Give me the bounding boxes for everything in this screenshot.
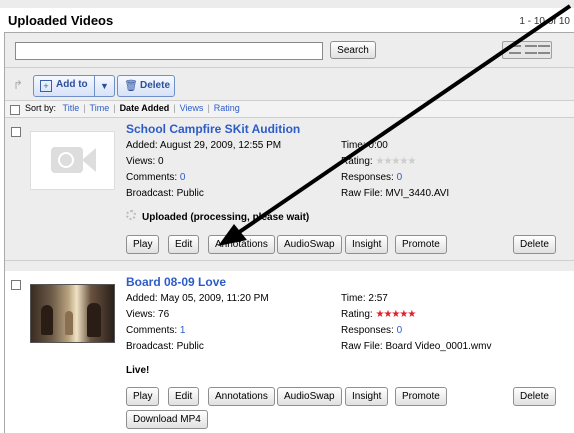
edit-button[interactable]: Edit: [168, 387, 200, 406]
audioswap-button[interactable]: AudioSwap: [277, 235, 342, 254]
video-time: Time: 2:57: [341, 293, 388, 304]
video-title-link[interactable]: Board 08-09 Love: [126, 275, 226, 289]
comments-count-link[interactable]: 1: [180, 325, 186, 336]
chevron-down-icon[interactable]: ▼: [94, 76, 114, 96]
sort-options: Sort by: Title | Time | Date Added | Views | Rat…: [25, 103, 240, 113]
rating-stars: ★★★★★: [375, 309, 416, 320]
page-title: Uploaded Videos: [8, 13, 114, 28]
search-button[interactable]: Search: [330, 41, 376, 59]
download-mp4-button[interactable]: Download MP4: [126, 410, 208, 429]
sort-label: Sort by:: [25, 103, 57, 113]
videos-panel: Search ↱ + Add to ▼ 🗑 Delete Sort by: Ti…: [4, 32, 574, 433]
video-row: School Campfire SKit Audition Added: Aug…: [5, 118, 574, 261]
insight-button[interactable]: Insight: [345, 235, 389, 254]
video-title-link[interactable]: School Campfire SKit Audition: [126, 122, 300, 136]
video-broadcast: Broadcast: Public: [126, 341, 204, 352]
grid-view-icon[interactable]: [538, 45, 550, 54]
video-row: Board 08-09 Love Added: May 05, 2009, 11…: [5, 271, 574, 433]
video-status: Uploaded (processing, please wait): [142, 212, 310, 223]
processing-spinner-icon: [126, 210, 136, 220]
video-comments: Comments: 1: [126, 325, 186, 336]
star-icon: ★: [407, 156, 416, 167]
video-thumbnail[interactable]: [30, 131, 115, 190]
page-header: Uploaded Videos 1 - 10 of 10: [0, 8, 574, 34]
compact-view-icon[interactable]: [525, 45, 537, 54]
video-views: Views: 0: [126, 156, 164, 167]
plus-icon: +: [40, 80, 52, 92]
video-select-checkbox[interactable]: [11, 280, 21, 290]
video-views: Views: 76: [126, 309, 170, 320]
rating-stars: ★★★★★: [375, 156, 416, 167]
delete-selected-button[interactable]: 🗑 Delete: [117, 75, 175, 97]
play-button[interactable]: Play: [126, 235, 160, 254]
video-time: Time: 0:00: [341, 140, 388, 151]
view-toggle[interactable]: [502, 41, 552, 59]
video-rating: Rating: ★★★★★: [341, 156, 416, 167]
result-range: 1 - 10 of 10: [519, 16, 570, 27]
share-arrow-icon[interactable]: ↱: [13, 78, 23, 92]
video-raw-file: Raw File: MVI_3440.AVI: [341, 188, 450, 199]
sort-bar: Sort by: Title | Time | Date Added | Views | Rat…: [5, 101, 574, 118]
search-input[interactable]: [15, 42, 323, 60]
responses-count-link[interactable]: 0: [397, 172, 403, 183]
delete-video-button[interactable]: Delete: [513, 235, 556, 254]
annotations-button[interactable]: Annotations: [208, 235, 275, 254]
audioswap-button[interactable]: AudioSwap: [277, 387, 342, 406]
star-icon: ★: [407, 309, 416, 320]
select-all-checkbox[interactable]: [10, 105, 20, 115]
sort-rating[interactable]: Rating: [214, 103, 240, 113]
add-to-label: Add to: [56, 79, 88, 90]
video-added: Added: August 29, 2009, 12:55 PM: [126, 140, 282, 151]
search-bar: Search: [5, 33, 574, 68]
responses-count-link[interactable]: 0: [397, 325, 403, 336]
video-added: Added: May 05, 2009, 11:20 PM: [126, 293, 269, 304]
sort-date-added[interactable]: Date Added: [120, 103, 170, 113]
insight-button[interactable]: Insight: [345, 387, 389, 406]
trash-icon: 🗑: [124, 80, 138, 92]
action-toolbar: ↱ + Add to ▼ 🗑 Delete: [5, 68, 574, 101]
video-rating: Rating: ★★★★★: [341, 309, 416, 320]
play-button[interactable]: Play: [126, 387, 160, 406]
video-comments: Comments: 0: [126, 172, 186, 183]
annotations-button[interactable]: Annotations: [208, 387, 275, 406]
video-broadcast: Broadcast: Public: [126, 188, 204, 199]
video-raw-file: Raw File: Board Video_0001.wmv: [341, 341, 492, 352]
video-thumbnail[interactable]: [30, 284, 115, 343]
video-select-checkbox[interactable]: [11, 127, 21, 137]
promote-button[interactable]: Promote: [395, 387, 447, 406]
promote-button[interactable]: Promote: [395, 235, 447, 254]
sort-views[interactable]: Views: [180, 103, 204, 113]
video-responses: Responses: 0: [341, 172, 403, 183]
video-status: Live!: [126, 365, 150, 376]
add-to-button[interactable]: + Add to ▼: [33, 75, 115, 97]
edit-button[interactable]: Edit: [168, 235, 200, 254]
delete-label: Delete: [140, 80, 171, 91]
video-responses: Responses: 0: [341, 325, 403, 336]
sort-time[interactable]: Time: [90, 103, 110, 113]
comments-count-link[interactable]: 0: [180, 172, 186, 183]
sort-title[interactable]: Title: [63, 103, 80, 113]
delete-video-button[interactable]: Delete: [513, 387, 556, 406]
list-view-icon[interactable]: [509, 45, 521, 54]
video-camera-icon: [51, 144, 97, 176]
